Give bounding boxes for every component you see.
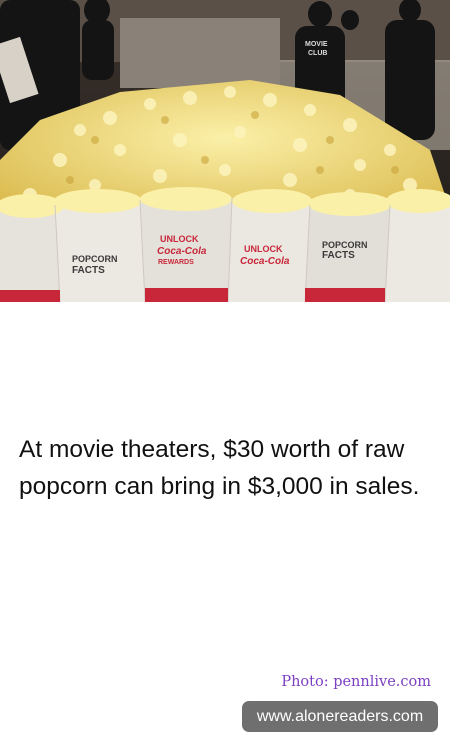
popcorn-photo: MOVIE CLUB UNLOCK Coca-Cola REWARDS UNLO… <box>0 0 450 302</box>
bag-facts-2: FACTS <box>72 265 105 276</box>
popcorn-bag-row: UNLOCK Coca-Cola REWARDS UNLOCK Coca-Col… <box>0 187 450 302</box>
popcorn-bags-image: MOVIE CLUB UNLOCK Coca-Cola REWARDS UNLO… <box>0 0 450 302</box>
shirt-text-2: CLUB <box>308 50 327 57</box>
bag-text-rewards: REWARDS <box>158 259 194 266</box>
watermark-badge: www.alonereaders.com <box>242 701 438 732</box>
bag-text-coca-cola: Coca-Cola <box>157 246 207 257</box>
photo-credit: Photo: pennlive.com <box>281 674 431 690</box>
shirt-text-1: MOVIE <box>305 41 328 48</box>
bag-text-unlock-2: UNLOCK <box>244 244 283 254</box>
bag-text-unlock: UNLOCK <box>160 234 199 244</box>
bag-facts-3: POPCORN <box>322 240 368 250</box>
fact-text: At movie theaters, $30 worth of raw popc… <box>19 436 420 500</box>
bag-facts-1: POPCORN <box>72 254 118 264</box>
bag-text-coca-cola-2: Coca-Cola <box>240 256 290 267</box>
bag-facts-4: FACTS <box>322 250 355 261</box>
